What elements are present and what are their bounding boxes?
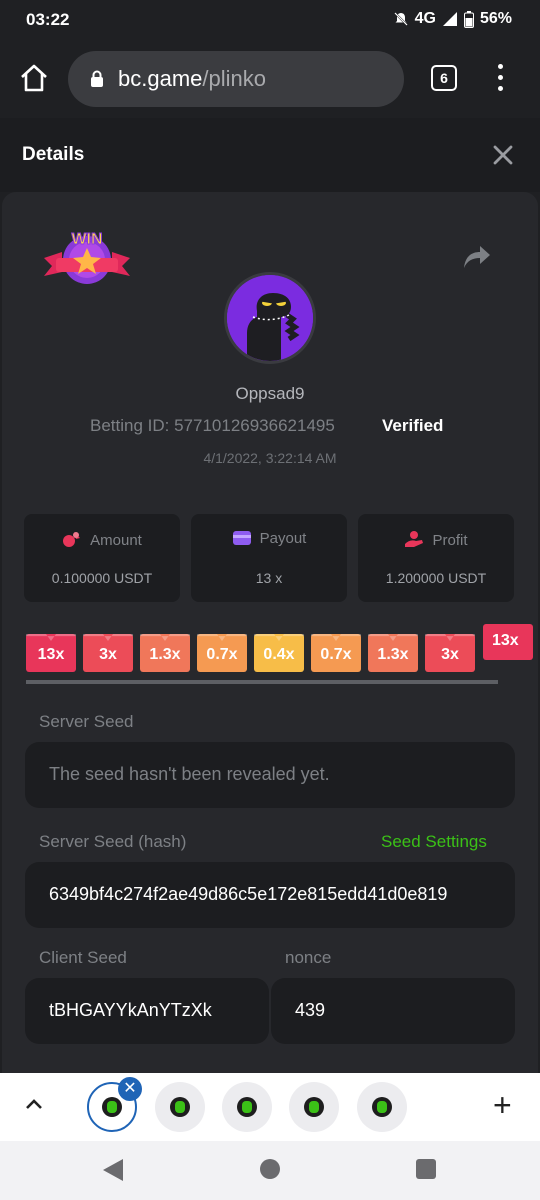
address-bar[interactable]: bc.game/plinko <box>68 51 404 107</box>
multiplier-row: 13x 3x 1.3x 0.7x 0.4x 0.7x 1.3x 3x 13x <box>26 624 538 674</box>
tab-switcher-button[interactable]: 6 <box>431 65 457 91</box>
browser-toolbar: bc.game/plinko 6 <box>0 40 540 118</box>
multiplier-label: 3x <box>99 646 117 663</box>
bc-logo-icon <box>304 1097 324 1117</box>
lock-icon <box>91 70 103 87</box>
multiplier-slot: 3x <box>425 634 475 672</box>
avatar-dino-icon <box>227 275 313 361</box>
multiplier-slot: 1.3x <box>368 634 418 672</box>
server-seed-hash-label: Server Seed (hash) <box>39 832 187 851</box>
system-nav-bar <box>0 1141 540 1200</box>
share-icon[interactable] <box>462 244 492 270</box>
client-seed-field[interactable]: tBHGAYYkAnYTzXk <box>25 978 269 1044</box>
multiplier-slot-highlighted: 13x <box>483 624 533 660</box>
page-title: Details <box>22 144 85 165</box>
battery-icon <box>463 10 474 28</box>
amount-label-row: Amount <box>24 530 180 549</box>
payout-card: Payout 13 x <box>191 514 347 602</box>
tab-thumbnail[interactable] <box>155 1082 205 1132</box>
server-seed-hash-field[interactable]: 6349bf4c274f2ae49d86c5e172e815edd41d0e81… <box>25 862 515 928</box>
username: Oppsad9 <box>235 384 305 403</box>
win-badge-icon: WIN <box>44 231 130 284</box>
overflow-menu-icon[interactable] <box>490 64 510 94</box>
back-triangle-icon[interactable] <box>103 1159 123 1181</box>
amount-label: Amount <box>90 532 142 549</box>
payout-label-row: Payout <box>191 530 347 547</box>
multiplier-slot: 0.4x <box>254 634 304 672</box>
multiplier-label: 0.7x <box>320 646 352 663</box>
betting-id: Betting ID: 57710126936621495 <box>90 416 335 435</box>
tab-strip: ✕ + <box>0 1073 540 1141</box>
signal-icon <box>442 12 457 26</box>
status-time: 03:22 <box>26 10 70 29</box>
multiplier-label: 3x <box>441 646 459 663</box>
multiplier-slot: 0.7x <box>197 634 247 672</box>
multiplier-label: 1.3x <box>377 646 409 663</box>
svg-text:WIN: WIN <box>71 231 102 248</box>
tab-thumbnail[interactable] <box>289 1082 339 1132</box>
multiplier-label: 1.3x <box>149 646 181 663</box>
client-seed-value: tBHGAYYkAnYTzXk <box>49 1000 212 1020</box>
url-domain: bc.game <box>118 66 203 91</box>
home-circle-icon[interactable] <box>260 1159 280 1179</box>
multiplier-slot: 1.3x <box>140 634 190 672</box>
mute-bell-icon <box>393 12 408 26</box>
nonce-field[interactable]: 439 <box>271 978 515 1044</box>
multiplier-slot: 0.7x <box>311 634 361 672</box>
server-seed-label: Server Seed <box>39 712 134 731</box>
details-header: Details <box>0 118 540 192</box>
url-text: bc.game/plinko <box>118 66 266 92</box>
verified-link[interactable]: Verified <box>382 416 443 436</box>
multiplier-label: 13x <box>37 646 65 663</box>
profit-card: Profit 1.200000 USDT <box>358 514 514 602</box>
amount-card: Amount 0.100000 USDT <box>24 514 180 602</box>
server-seed-hash-value: 6349bf4c274f2ae49d86c5e172e815edd41d0e81… <box>49 884 448 904</box>
bet-details-panel: WIN Oppsad9 Betting ID: 5771012693662149… <box>2 192 538 1092</box>
status-icons: 4G 56% <box>393 10 512 28</box>
battery-percent: 56% <box>479 10 512 27</box>
coins-icon <box>63 532 81 547</box>
bc-logo-icon <box>237 1097 257 1117</box>
wallet-icon <box>232 531 251 545</box>
multiplier-divider <box>26 680 498 684</box>
profit-label: Profit <box>432 532 468 549</box>
network-label: 4G <box>414 10 436 27</box>
close-tab-icon[interactable]: ✕ <box>118 1077 142 1101</box>
client-seed-label: Client Seed <box>39 948 127 967</box>
tab-thumbnail[interactable] <box>222 1082 272 1132</box>
payout-label: Payout <box>259 530 307 547</box>
bc-logo-icon <box>372 1097 392 1117</box>
bc-logo-icon <box>102 1097 122 1117</box>
profit-value: 1.200000 USDT <box>385 570 487 586</box>
payout-value: 13 x <box>255 570 283 586</box>
nonce-label: nonce <box>285 948 332 967</box>
seed-settings-link[interactable]: Seed Settings <box>381 832 487 852</box>
avatar <box>224 272 316 364</box>
recents-square-icon[interactable] <box>416 1159 436 1179</box>
server-seed-field[interactable]: The seed hasn't been revealed yet. <box>25 742 515 808</box>
new-tab-plus-icon[interactable]: + <box>493 1089 512 1121</box>
bc-logo-icon <box>170 1097 190 1117</box>
profit-hand-icon <box>405 531 424 547</box>
close-icon[interactable] <box>492 144 514 166</box>
status-bar: 03:22 4G 56% <box>0 0 540 40</box>
tab-thumbnail[interactable] <box>357 1082 407 1132</box>
server-seed-value: The seed hasn't been revealed yet. <box>49 764 330 784</box>
amount-value: 0.100000 USDT <box>51 570 153 586</box>
multiplier-label: 0.4x <box>263 646 295 663</box>
profit-label-row: Profit <box>358 530 514 549</box>
nonce-value: 439 <box>295 1000 326 1020</box>
multiplier-slot: 13x <box>26 634 76 672</box>
multiplier-label: 0.7x <box>206 646 238 663</box>
home-icon[interactable] <box>18 62 50 94</box>
multiplier-slot: 3x <box>83 634 133 672</box>
chevron-up-icon[interactable] <box>24 1097 44 1111</box>
bet-timestamp: 4/1/2022, 3:22:14 AM <box>203 450 337 466</box>
url-path: /plinko <box>202 66 266 91</box>
